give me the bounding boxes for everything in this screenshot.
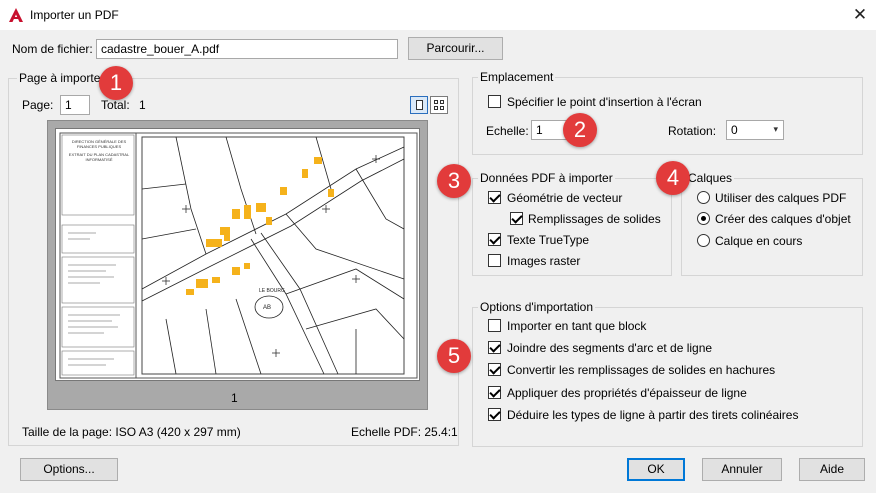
vector-geometry-label: Géométrie de vecteur xyxy=(507,191,623,205)
solid-fills-checkbox[interactable] xyxy=(510,212,523,225)
file-name-label: Nom de fichier: xyxy=(12,42,93,56)
title-bar[interactable] xyxy=(0,0,876,30)
close-icon[interactable]: ✕ xyxy=(849,4,871,26)
autocad-app-icon xyxy=(9,8,23,22)
import-as-block-label: Importer en tant que block xyxy=(507,319,647,333)
join-segments-checkbox[interactable] xyxy=(488,341,501,354)
annotation-badge-4: 4 xyxy=(656,161,690,195)
raster-images-label: Images raster xyxy=(507,254,581,268)
join-segments-label: Joindre des segments d'arc et de ligne xyxy=(507,341,713,355)
apply-lineweight-label: Appliquer des propriétés d'épaisseur de … xyxy=(507,386,747,400)
truetype-text-label: Texte TrueType xyxy=(507,233,590,247)
scale-label: Echelle: xyxy=(486,124,529,138)
ok-button[interactable]: OK xyxy=(627,458,685,481)
annotation-badge-5: 5 xyxy=(437,339,471,373)
help-button[interactable]: Aide xyxy=(799,458,865,481)
preview-page-caption: 1 xyxy=(231,391,238,405)
infer-linetypes-checkbox[interactable] xyxy=(488,408,501,421)
pdf-scale-text: Echelle PDF: 25.4:1 xyxy=(351,425,458,439)
preview-header-text: DIRECTION GÉNÉRALE DES FINANCES PUBLIQUE… xyxy=(68,139,130,162)
location-group xyxy=(472,77,863,155)
truetype-text-checkbox[interactable] xyxy=(488,233,501,246)
infer-linetypes-label: Déduire les types de ligne à partir des … xyxy=(507,408,799,422)
import-as-block-checkbox[interactable] xyxy=(488,319,501,332)
page-group-title: Page à importer xyxy=(17,71,107,85)
total-label: Total: xyxy=(101,98,130,112)
pdf-data-group-title: Données PDF à importer xyxy=(478,171,615,185)
annotation-badge-2: 2 xyxy=(563,113,597,147)
rotation-label: Rotation: xyxy=(668,124,717,138)
use-pdf-layers-label: Utiliser des calques PDF xyxy=(715,191,847,205)
apply-lineweight-checkbox[interactable] xyxy=(488,386,501,399)
rotation-dropdown[interactable]: 0 ▾ xyxy=(726,120,784,140)
current-layer-label: Calque en cours xyxy=(715,234,803,248)
convert-fills-label: Convertir les remplissages de solides en… xyxy=(507,363,776,377)
specify-insertion-checkbox[interactable] xyxy=(488,95,501,108)
location-group-title: Emplacement xyxy=(478,70,556,84)
page-number-field[interactable]: 1 xyxy=(60,95,90,115)
thumbnail-grid-icon[interactable] xyxy=(430,96,448,114)
create-object-layers-label: Créer des calques d'objet xyxy=(715,212,851,226)
vector-geometry-checkbox[interactable] xyxy=(488,191,501,204)
current-layer-radio[interactable] xyxy=(697,234,710,247)
use-pdf-layers-radio[interactable] xyxy=(697,191,710,204)
annotation-badge-1: 1 xyxy=(99,66,133,100)
convert-fills-checkbox[interactable] xyxy=(488,363,501,376)
cadastral-map-thumbnail xyxy=(59,132,418,379)
rotation-value: 0 xyxy=(731,123,738,137)
map-label-ab: AB xyxy=(263,305,272,311)
chevron-down-icon: ▾ xyxy=(773,124,778,134)
solid-fills-label: Remplissages de solides xyxy=(528,212,661,226)
file-name-field[interactable]: cadastre_bouer_A.pdf xyxy=(96,39,398,59)
raster-images-checkbox[interactable] xyxy=(488,254,501,267)
browse-button[interactable]: Parcourir... xyxy=(408,37,503,60)
annotation-badge-3: 3 xyxy=(437,164,471,198)
pdf-preview-sheet: DIRECTION GÉNÉRALE DES FINANCES PUBLIQUE… xyxy=(55,128,420,381)
create-object-layers-radio[interactable] xyxy=(697,212,710,225)
page-size-text: Taille de la page: ISO A3 (420 x 297 mm) xyxy=(22,425,241,439)
layers-group-title: Calques xyxy=(686,171,735,185)
single-page-icon[interactable] xyxy=(410,96,428,114)
page-label: Page: xyxy=(22,98,54,112)
options-button[interactable]: Options... xyxy=(20,458,118,481)
cancel-button[interactable]: Annuler xyxy=(702,458,782,481)
map-label-bourg: LE BOURG xyxy=(259,288,285,294)
import-options-group-title: Options d'importation xyxy=(478,300,596,314)
total-value: 1 xyxy=(139,98,146,112)
specify-insertion-label: Spécifier le point d'insertion à l'écran xyxy=(507,95,702,109)
window-title: Importer un PDF xyxy=(30,8,119,22)
